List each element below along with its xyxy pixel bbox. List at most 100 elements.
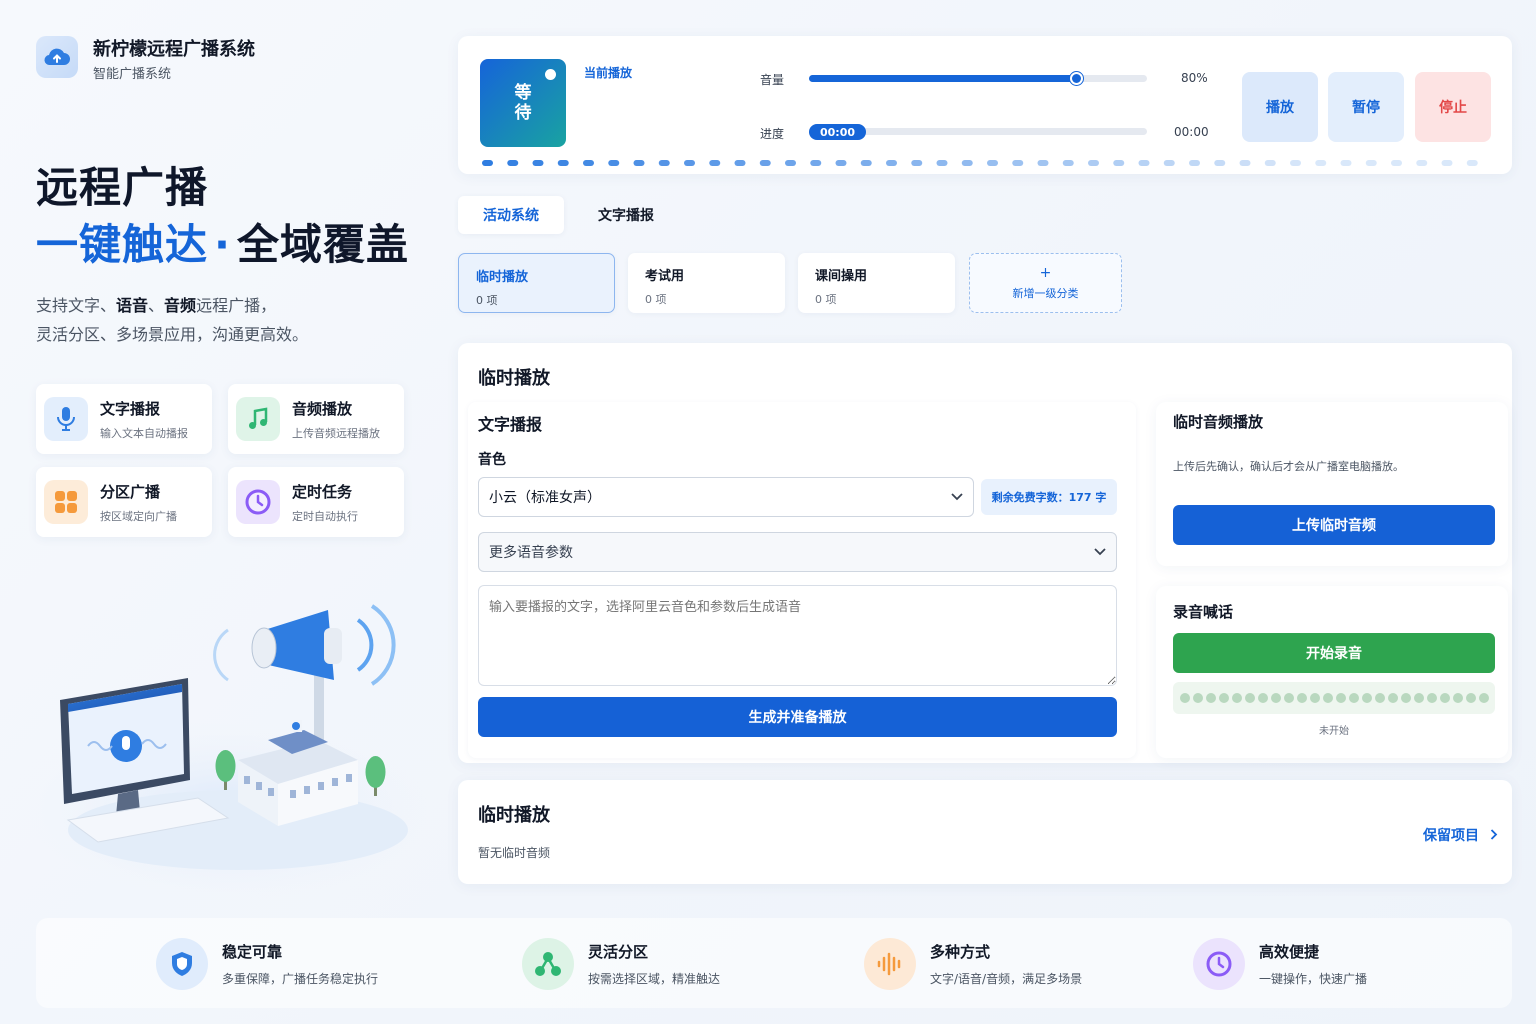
level-dot xyxy=(810,160,822,166)
level-dot xyxy=(1163,160,1175,166)
footer-item-methods: 多种方式 文字/语音/音频，满足多场景 xyxy=(864,938,1082,990)
progress-current: 00:00 xyxy=(809,124,866,140)
keep-items-link[interactable]: 保留项目 xyxy=(1423,825,1498,845)
level-dot xyxy=(734,160,746,166)
clock-icon xyxy=(1193,938,1245,990)
temp-audio-title: 临时音频播放 xyxy=(1173,413,1264,431)
brand-subtitle: 智能广播系统 xyxy=(93,67,172,82)
more-voice-params[interactable]: 更多语音参数 xyxy=(478,532,1117,572)
pause-button[interactable]: 暂停 xyxy=(1328,72,1404,142)
wave-dot xyxy=(1283,693,1294,703)
temp-list-empty: 暂无临时音频 xyxy=(478,846,551,860)
voice-label: 音色 xyxy=(478,452,506,468)
chevron-right-icon xyxy=(1490,829,1498,840)
level-dot xyxy=(532,160,544,166)
tts-text-input[interactable] xyxy=(478,585,1117,686)
quota-badge: 剩余免费字数：177 字 xyxy=(981,479,1117,515)
volume-value: 80% xyxy=(1181,71,1208,85)
microphone-icon xyxy=(44,397,88,441)
tts-title: 文字播报 xyxy=(478,415,543,434)
generate-button[interactable]: 生成并准备播放 xyxy=(478,697,1117,737)
panel-title: 临时播放 xyxy=(478,368,550,389)
temp-list-title: 临时播放 xyxy=(478,805,550,826)
record-waveform xyxy=(1173,682,1495,714)
wave-dot xyxy=(1426,693,1437,703)
wave-dot xyxy=(1218,693,1229,703)
level-dot xyxy=(835,160,847,166)
wave-dot xyxy=(1244,693,1255,703)
level-dot xyxy=(1012,160,1024,166)
temp-list-panel xyxy=(458,780,1512,884)
now-playing-label: 当前播放 xyxy=(584,66,633,80)
level-dot xyxy=(1264,160,1276,166)
level-dot xyxy=(1365,160,1377,166)
chevron-down-icon xyxy=(951,493,963,501)
feature-card-audio: 音频播放 上传音频远程播放 xyxy=(228,384,404,454)
category-temp-play[interactable]: 临时播放 0 项 xyxy=(458,253,615,313)
add-category-label: 新增一级分类 xyxy=(1012,287,1079,300)
wave-dot xyxy=(1452,693,1463,703)
category-exam[interactable]: 考试用 0 项 xyxy=(628,253,785,313)
wave-dot xyxy=(1400,693,1411,703)
level-dot xyxy=(987,160,998,166)
wave-dot xyxy=(1465,693,1476,703)
tab-activity-system[interactable]: 活动系统 xyxy=(458,196,564,234)
level-dot xyxy=(482,160,493,166)
wave-dot xyxy=(1192,693,1203,703)
level-dot xyxy=(1290,160,1301,166)
soundwave-icon xyxy=(864,938,916,990)
voice-select-value: 小云（标准女声） xyxy=(489,490,601,506)
status-dot xyxy=(545,69,556,80)
level-dot xyxy=(633,160,645,166)
feature-card-schedule: 定时任务 定时自动执行 xyxy=(228,467,404,537)
keep-items-label: 保留项目 xyxy=(1423,828,1479,844)
record-title: 录音喊话 xyxy=(1173,603,1234,621)
wave-dot xyxy=(1270,693,1281,703)
upload-audio-button[interactable]: 上传临时音频 xyxy=(1173,505,1495,545)
temp-audio-note: 上传后先确认，确认后才会从广播室电脑播放。 xyxy=(1173,460,1404,473)
category-break-exercise[interactable]: 课间操用 0 项 xyxy=(798,253,955,313)
start-record-button[interactable]: 开始录音 xyxy=(1173,633,1495,673)
level-dot xyxy=(1239,160,1251,166)
brand-name: 新柠檬远程广播系统 xyxy=(93,39,255,60)
tab-text-broadcast[interactable]: 文字播报 xyxy=(575,196,677,234)
level-dot xyxy=(936,160,948,166)
level-dot xyxy=(785,160,796,166)
brand-logo xyxy=(36,36,78,78)
play-button[interactable]: 播放 xyxy=(1242,72,1318,142)
stop-button[interactable]: 停止 xyxy=(1415,72,1491,142)
level-dot xyxy=(1088,160,1099,166)
level-dot xyxy=(658,160,670,166)
wave-dot xyxy=(1335,693,1346,703)
feature-card-zone: 分区广播 按区域定向广播 xyxy=(36,467,212,537)
hero-highlight: 一键触达 xyxy=(36,220,209,269)
cover-status-text: 等 待 xyxy=(514,83,532,123)
wave-dot xyxy=(1179,693,1190,703)
hero-description: 支持文字、语音、音频远程广播， 灵活分区、多场景应用，沟通更高效。 xyxy=(36,296,309,344)
nodes-icon xyxy=(522,938,574,990)
voice-select[interactable]: 小云（标准女声） xyxy=(478,477,974,517)
broadcast-illustration xyxy=(28,604,428,900)
grid-icon xyxy=(44,480,88,524)
footer-item-stable: 稳定可靠 多重保障，广播任务稳定执行 xyxy=(156,938,378,990)
wave-dot xyxy=(1296,693,1307,703)
level-dot xyxy=(886,160,897,166)
level-dot xyxy=(1391,160,1402,166)
level-dot xyxy=(684,160,695,166)
volume-knob[interactable] xyxy=(1070,72,1084,85)
audio-level-dots xyxy=(482,160,1478,166)
cloud-upload-icon xyxy=(44,48,70,66)
hero-subtitle: 一键触达 · 全域覆盖 xyxy=(36,211,409,272)
wave-dot xyxy=(1374,693,1385,703)
wave-dot xyxy=(1205,693,1216,703)
level-dot xyxy=(1416,160,1428,166)
wave-dot xyxy=(1231,693,1242,703)
level-dot xyxy=(1189,160,1200,166)
hero-title: 远程广播 xyxy=(36,163,209,212)
wave-dot xyxy=(1439,693,1450,703)
level-dot xyxy=(1340,160,1352,166)
level-dot xyxy=(1037,160,1049,166)
wave-dot xyxy=(1361,693,1372,703)
add-category-button[interactable]: + 新增一级分类 xyxy=(969,253,1122,313)
level-dot xyxy=(1138,160,1150,166)
